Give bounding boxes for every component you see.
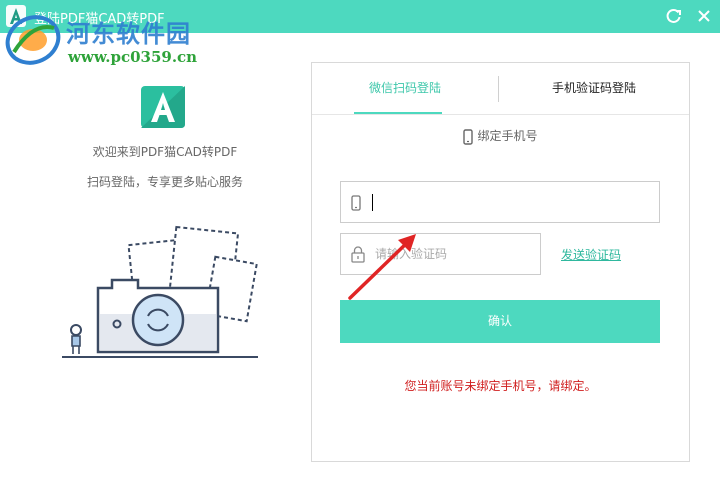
close-icon[interactable] xyxy=(694,6,714,26)
bind-phone-label: 绑定手机号 xyxy=(477,129,538,143)
refresh-icon[interactable] xyxy=(664,6,684,26)
phone-number-field[interactable] xyxy=(340,181,660,223)
app-logo-icon xyxy=(141,86,185,128)
login-tabs: 微信扫码登陆 手机验证码登陆 xyxy=(312,63,689,115)
mobile-phone-icon xyxy=(351,195,361,211)
mobile-phone-icon xyxy=(463,128,474,145)
watermark-url: www.pc0359.cn xyxy=(68,48,198,66)
welcome-text: 欢迎来到PDF猫CAD转PDF xyxy=(92,145,238,159)
tab-wechat-scan-label: 微信扫码登陆 xyxy=(368,81,441,95)
window-title: 登陆PDF猫CAD转PDF xyxy=(34,12,165,27)
tab-wechat-scan[interactable]: 微信扫码登陆 xyxy=(312,63,498,115)
title-bar: 登陆PDF猫CAD转PDF xyxy=(0,0,720,33)
error-message: 您当前账号未绑定手机号，请绑定。 xyxy=(404,379,597,393)
app-logo-icon xyxy=(6,5,26,27)
login-panel: 微信扫码登陆 手机验证码登陆 绑定手机号 发送验证码 确认 您当前账号未绑定手机… xyxy=(311,62,690,462)
send-code-link[interactable]: 发送验证码 xyxy=(561,246,621,263)
camera-illustration xyxy=(62,225,258,358)
welcome-subtitle: 扫码登陆，专享更多贴心服务 xyxy=(86,175,243,189)
lock-icon xyxy=(351,246,365,263)
phone-number-input[interactable] xyxy=(369,190,649,214)
tab-phone-code[interactable]: 手机验证码登陆 xyxy=(499,63,689,115)
verification-code-input[interactable] xyxy=(375,242,535,266)
text-caret xyxy=(372,194,373,211)
active-tab-indicator xyxy=(354,112,442,114)
tab-phone-code-label: 手机验证码登陆 xyxy=(551,81,636,95)
confirm-button[interactable]: 确认 xyxy=(340,300,660,343)
bind-phone-heading: 绑定手机号 xyxy=(312,127,689,147)
verification-code-field[interactable] xyxy=(340,233,541,275)
